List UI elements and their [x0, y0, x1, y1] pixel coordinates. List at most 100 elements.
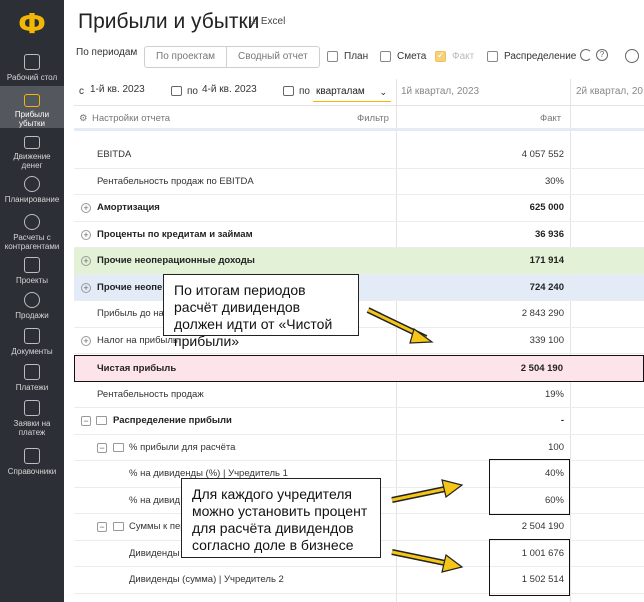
folder-icon	[113, 442, 124, 452]
folder-icon	[24, 448, 40, 464]
chart-bars-icon	[24, 94, 40, 107]
checkbox-label: План	[344, 51, 369, 62]
checkbox-box	[487, 51, 498, 62]
row-value: -	[560, 415, 564, 426]
sidebar-item-label: Документы	[11, 347, 53, 356]
tab-by-projects[interactable]: По проектам	[145, 47, 226, 67]
table-row[interactable]: Рентабельность продаж по EBITDA 30%	[74, 169, 644, 195]
estimate-checkbox[interactable]: Смета	[380, 51, 426, 62]
sidebar-item-planning[interactable]: Планирование	[0, 170, 64, 206]
table-row[interactable]: EBITDA 4 057 552	[74, 142, 644, 169]
expand-icon[interactable]: +	[81, 203, 91, 213]
checkbox-box	[435, 50, 446, 62]
reset-icon[interactable]	[580, 49, 592, 61]
row-label: Дивиденды (сумма) | Учредитель 2	[129, 574, 284, 585]
distribution-checkbox[interactable]: Распределение	[487, 51, 576, 62]
documents-icon	[24, 328, 40, 344]
table-row-net-profit[interactable]: Чистая прибыль 2 504 190	[74, 355, 644, 382]
table-row[interactable]: − % прибыли для расчёта 100	[74, 435, 644, 461]
sidebar-item-label: Проекты	[15, 276, 49, 285]
checkbox-label: Факт	[452, 51, 475, 62]
sidebar-item-documents[interactable]: Документы	[0, 322, 64, 358]
table-row[interactable]: + Амортизация 625 000	[74, 195, 644, 222]
checkbox-box	[327, 51, 338, 62]
expand-icon[interactable]: +	[81, 256, 91, 266]
table-row[interactable]: Рентабельность продаж 19%	[74, 382, 644, 408]
divider	[74, 105, 644, 106]
checkbox-label: Смета	[397, 51, 427, 62]
arrow-icon	[391, 479, 464, 503]
row-label: Прибыль до на	[97, 308, 164, 319]
row-label: Проценты по кредитам и займам	[97, 228, 253, 240]
callout-net-profit: По итогам периодов расчёт дивидендов дол…	[163, 274, 359, 349]
sidebar-item-label: Планирование	[4, 195, 60, 204]
row-label: Прочие неопе	[97, 281, 163, 293]
row-value: 171 914	[529, 255, 564, 266]
fact-subheader: Факт	[540, 113, 562, 124]
fact-checkbox[interactable]: Факт	[435, 50, 475, 62]
arrow-icon	[391, 549, 464, 573]
report-mode-tabs: По проектам Сводный отчет	[144, 46, 320, 68]
table-row[interactable]: Прибыль до на 2 843 290	[74, 301, 644, 328]
table-row[interactable]: − Распределение прибыли -	[74, 408, 644, 435]
sidebar-item-label: Продажи	[15, 311, 49, 320]
help-icon[interactable]: ?	[596, 49, 608, 61]
gear-icon[interactable]: ⚙	[79, 113, 88, 124]
report-settings-link[interactable]: Настройки отчета	[92, 113, 170, 124]
sidebar-item-cash-flow[interactable]: Движение денег	[0, 128, 64, 170]
expand-icon[interactable]: +	[81, 282, 91, 293]
dashboard-icon	[24, 54, 40, 70]
sidebar-item-profit-loss[interactable]: Прибыли убытки	[0, 86, 64, 128]
expand-icon[interactable]: +	[81, 335, 91, 346]
checkbox-box	[380, 51, 391, 62]
table-row[interactable]: + Прочие неоперационные доходы 171 914	[74, 248, 644, 275]
sidebar-item-projects[interactable]: Проекты	[0, 252, 64, 286]
sidebar: Ф Рабочий стол Прибыли убытки Движение д…	[0, 0, 64, 602]
collapse-icon[interactable]: −	[97, 522, 107, 532]
logo[interactable]: Ф	[0, 0, 64, 46]
sidebar-item-payment-requests[interactable]: Заявки на платеж	[0, 394, 64, 442]
sidebar-item-label: Движение денег	[13, 152, 51, 170]
filter-link[interactable]: Фильтр	[357, 113, 389, 124]
sidebar-item-sales[interactable]: Продажи	[0, 286, 64, 322]
row-value: 724 240	[529, 281, 564, 293]
sidebar-item-label: Рабочий стол	[6, 73, 58, 82]
row-label: % прибыли для расчёта	[129, 441, 236, 453]
sidebar-item-label: Справочники	[7, 467, 57, 476]
row-label: Суммы к пер	[129, 521, 186, 532]
expand-icon[interactable]: +	[81, 229, 91, 240]
table-row[interactable]: + Проценты по кредитам и займам 36 936	[74, 222, 644, 248]
row-label: Прочие неоперационные доходы	[97, 255, 255, 266]
sidebar-item-references[interactable]: Справочники	[0, 442, 64, 478]
table-row[interactable]: + Налог на прибыль 339 100	[74, 328, 644, 354]
dollar-icon	[24, 292, 40, 308]
sidebar-item-payments[interactable]: Платежи	[0, 358, 64, 394]
row-value: 625 000	[529, 202, 564, 213]
table-row[interactable]: + Прочие неопе 724 240	[74, 274, 644, 301]
row-label: % на дивид	[129, 494, 181, 506]
sidebar-item-label: Расчеты с контрагентами	[4, 233, 60, 251]
row-value: 2 504 190	[521, 521, 564, 532]
excel-label: Excel	[260, 16, 286, 27]
request-icon	[24, 400, 40, 416]
excel-export-button[interactable]: ⤓ Excel	[251, 15, 285, 28]
column-header-q2: 2й квартал, 20	[576, 86, 643, 97]
row-label: Амортизация	[97, 202, 160, 213]
row-label: Распределение прибыли	[113, 415, 232, 426]
sidebar-item-dashboard[interactable]: Рабочий стол	[0, 50, 64, 86]
plan-checkbox[interactable]: План	[327, 51, 368, 62]
folder-icon	[96, 416, 107, 425]
tab-summary[interactable]: Сводный отчет	[226, 47, 319, 67]
target-icon	[24, 176, 40, 192]
row-label: EBITDA	[97, 149, 132, 160]
more-icon[interactable]	[625, 49, 639, 63]
collapse-icon[interactable]: −	[97, 442, 107, 453]
wallet-icon	[24, 364, 40, 380]
collapse-icon[interactable]: −	[81, 416, 91, 426]
tab-by-periods[interactable]: По периодам	[76, 47, 137, 58]
sidebar-item-counterparties[interactable]: Расчеты с контрагентами	[0, 206, 64, 252]
folder-icon	[113, 522, 124, 531]
callout-shareholders: Для каждого учредителя можно установить …	[181, 478, 381, 558]
people-icon	[24, 214, 40, 230]
row-fragment	[74, 128, 644, 131]
